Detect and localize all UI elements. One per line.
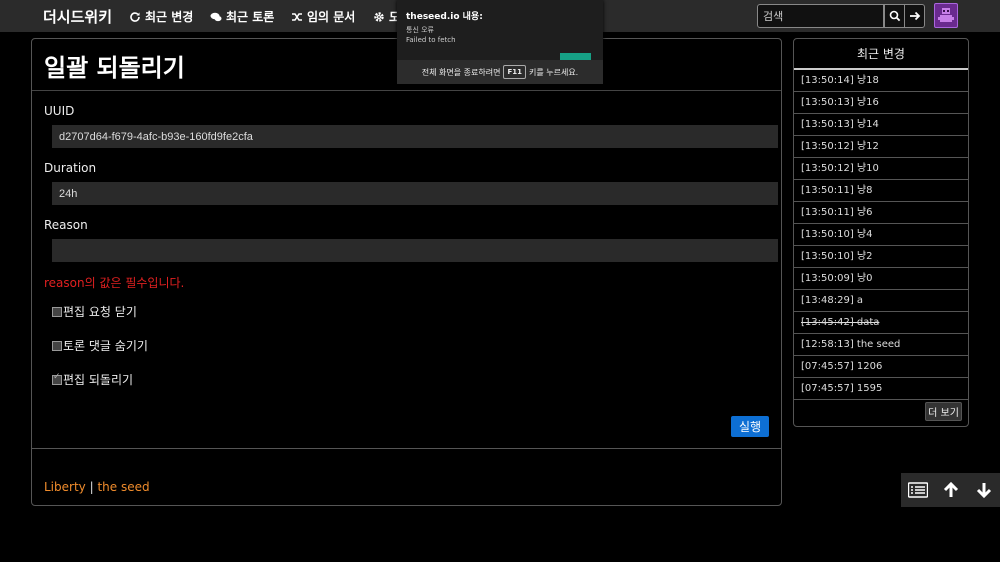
banner-text: 전체 화면을 종료하려면 (421, 67, 501, 77)
user-avatar[interactable] (934, 3, 958, 28)
nav-label: 최근 변경 (145, 10, 194, 24)
list-item[interactable]: [12:58:13] the seed (794, 334, 968, 356)
uuid-label: UUID (44, 104, 75, 118)
search-input[interactable] (757, 4, 884, 28)
arrow-down-icon (976, 483, 991, 499)
site-brand[interactable]: 더시드위키 (43, 6, 112, 27)
recent-changes-list: [13:50:14] 냥18 [13:50:13] 냥16 [13:50:13]… (794, 70, 968, 400)
reason-input[interactable] (52, 239, 778, 262)
run-button[interactable]: 실행 (731, 416, 769, 437)
list-item[interactable]: [13:50:13] 냥16 (794, 92, 968, 114)
arrow-right-icon (909, 11, 920, 21)
reason-error-message: reason의 값은 필수입니다. (44, 276, 185, 290)
list-item[interactable]: [13:50:13] 냥14 (794, 114, 968, 136)
toc-button[interactable] (901, 473, 934, 507)
reason-label: Reason (44, 218, 88, 232)
list-item[interactable]: [13:45:42] data (794, 312, 968, 334)
hide-discussion-comments-option[interactable]: 토론 댓글 숨기기 (52, 337, 148, 354)
search-button[interactable] (884, 4, 905, 28)
duration-input[interactable] (52, 182, 778, 205)
divider (32, 448, 781, 449)
page-title: 일괄 되돌리기 (44, 54, 185, 82)
nav-label: 최근 토론 (226, 10, 275, 24)
random-icon (292, 12, 302, 21)
refresh-icon (130, 11, 140, 22)
gear-icon (374, 11, 384, 22)
search-icon (889, 10, 900, 22)
duration-label: Duration (44, 161, 97, 175)
comments-icon (210, 12, 222, 21)
list-item[interactable]: [13:50:14] 냥18 (794, 70, 968, 92)
alert-title: theseed.io 내용: (406, 12, 483, 22)
footer-separator: | (89, 480, 94, 494)
revert-edits-option[interactable]: 편집 되돌리기 (52, 371, 133, 388)
list-item[interactable]: [13:50:11] 냥6 (794, 202, 968, 224)
revert-edits-checkbox[interactable] (52, 372, 62, 385)
list-item[interactable]: [13:50:10] 냥4 (794, 224, 968, 246)
alert-message: 통신 오류 (406, 26, 434, 34)
close-edit-requests-option[interactable]: 편집 요청 닫기 (52, 303, 137, 320)
hide-discussion-comments-checkbox[interactable] (52, 340, 62, 351)
footer: Liberty | the seed (44, 480, 150, 494)
list-item[interactable]: [07:45:57] 1595 (794, 378, 968, 400)
more-button[interactable]: 더 보기 (925, 402, 962, 421)
nav-recent-discussions[interactable]: 최근 토론 (210, 8, 274, 25)
alert-dialog: theseed.io 내용: 통신 오류 Failed to fetch 전체 … (397, 0, 603, 84)
banner-text: 키를 누르세요. (528, 67, 579, 77)
checkbox-label: 편집 되돌리기 (63, 373, 134, 387)
nav-label: 임의 문서 (307, 10, 356, 24)
sidebar-title: 최근 변경 (794, 39, 968, 70)
f11-key: F11 (503, 65, 526, 79)
list-item[interactable]: [13:50:09] 냥0 (794, 268, 968, 290)
divider (32, 90, 781, 91)
list-item[interactable]: [13:48:29] a (794, 290, 968, 312)
main-panel: 일괄 되돌리기 UUID Duration Reason reason의 값은 … (31, 38, 782, 506)
nav-random-document[interactable]: 임의 문서 (291, 8, 355, 25)
close-edit-requests-checkbox[interactable] (52, 306, 62, 317)
footer-link-the-seed[interactable]: the seed (97, 480, 149, 494)
nav-tools[interactable]: 도 (373, 8, 400, 25)
footer-link-liberty[interactable]: Liberty (44, 480, 86, 494)
scroll-bottom-button[interactable] (967, 473, 1000, 507)
list-item[interactable]: [13:50:10] 냥2 (794, 246, 968, 268)
list-item[interactable]: [13:50:11] 냥8 (794, 180, 968, 202)
nav-recent-changes[interactable]: 최근 변경 (129, 8, 193, 25)
list-item[interactable]: [13:50:12] 냥12 (794, 136, 968, 158)
checkbox-label: 편집 요청 닫기 (63, 305, 137, 319)
alert-message-detail: Failed to fetch (406, 36, 456, 44)
scroll-top-button[interactable] (934, 473, 967, 507)
recent-changes-sidebar: 최근 변경 [13:50:14] 냥18 [13:50:13] 냥16 [13:… (793, 38, 969, 427)
arrow-up-icon (943, 481, 958, 497)
checkbox-label: 토론 댓글 숨기기 (63, 339, 148, 353)
list-item[interactable]: [13:50:12] 냥10 (794, 158, 968, 180)
avatar-icon (938, 8, 954, 22)
uuid-input[interactable] (52, 125, 778, 148)
list-icon (907, 482, 928, 498)
fullscreen-exit-banner: 전체 화면을 종료하려면 F11 키를 누르세요. (397, 60, 603, 84)
go-button[interactable] (904, 4, 925, 28)
list-item[interactable]: [07:45:57] 1206 (794, 356, 968, 378)
